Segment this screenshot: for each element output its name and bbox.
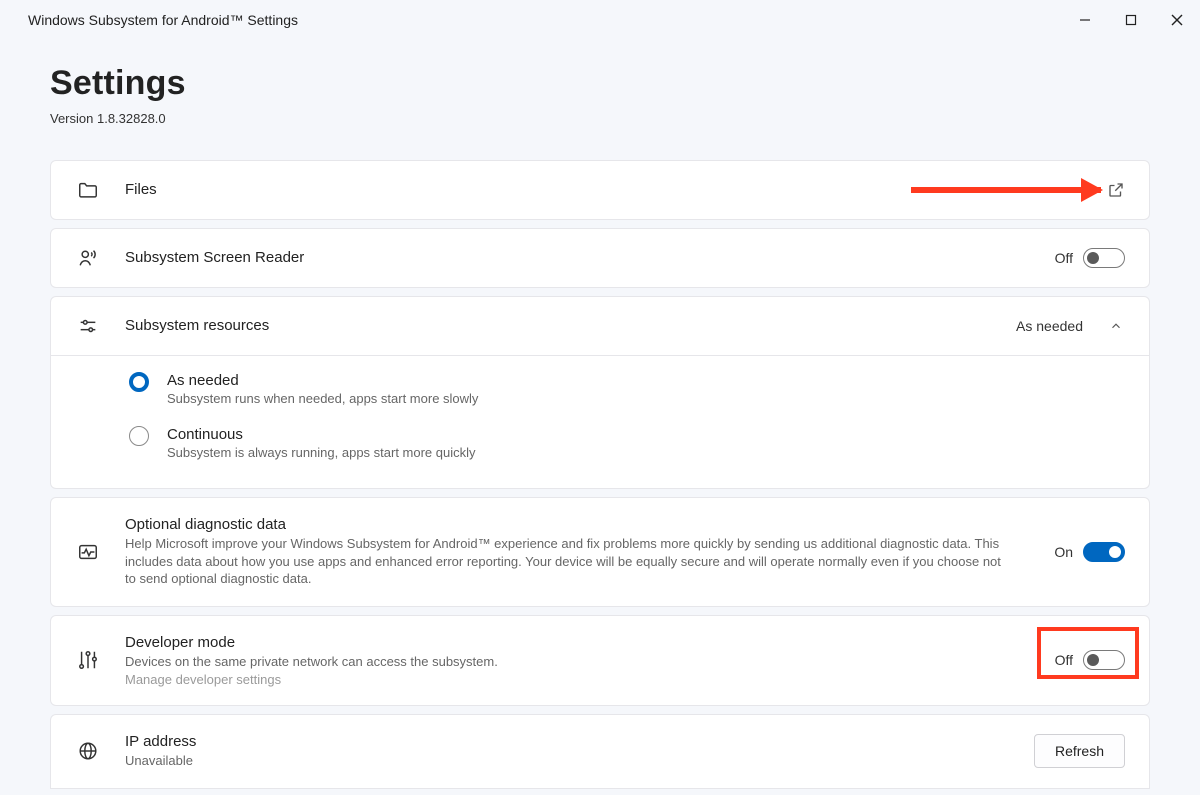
- ip-desc: Unavailable: [125, 752, 1012, 770]
- devmode-manage-link[interactable]: Manage developer settings: [125, 672, 1033, 687]
- screen-reader-row[interactable]: Subsystem Screen Reader Off: [50, 228, 1150, 288]
- files-row[interactable]: Files: [50, 160, 1150, 220]
- tools-icon: [73, 649, 103, 671]
- resources-option-as-needed[interactable]: As needed Subsystem runs when needed, ap…: [73, 362, 1125, 416]
- minimize-icon: [1079, 14, 1091, 26]
- annotation-arrow: [911, 187, 1101, 193]
- option-as-needed-desc: Subsystem runs when needed, apps start m…: [167, 391, 478, 406]
- open-external-icon[interactable]: [1107, 181, 1125, 199]
- window-controls: [1062, 0, 1200, 40]
- diagnostic-data-row[interactable]: Optional diagnostic data Help Microsoft …: [50, 497, 1150, 607]
- option-as-needed-title: As needed: [167, 372, 478, 389]
- resources-option-continuous[interactable]: Continuous Subsystem is always running, …: [73, 416, 1125, 470]
- radio-selected-icon: [129, 372, 149, 392]
- resources-row[interactable]: Subsystem resources As needed: [50, 296, 1150, 356]
- resources-options-panel: As needed Subsystem runs when needed, ap…: [50, 348, 1150, 489]
- version-text: Version 1.8.32828.0: [50, 111, 1150, 126]
- resources-summary: As needed: [1016, 318, 1083, 334]
- ip-title: IP address: [125, 733, 1012, 750]
- activity-icon: [73, 541, 103, 563]
- ip-address-row[interactable]: IP address Unavailable Refresh: [50, 714, 1150, 789]
- chevron-up-icon: [1107, 317, 1125, 335]
- developer-mode-row[interactable]: Developer mode Devices on the same priva…: [50, 615, 1150, 707]
- diagnostic-toggle[interactable]: [1083, 542, 1125, 562]
- maximize-button[interactable]: [1108, 0, 1154, 40]
- radio-unselected-icon: [129, 426, 149, 446]
- close-icon: [1171, 14, 1183, 26]
- diagnostic-state: On: [1054, 544, 1073, 560]
- devmode-state: Off: [1055, 652, 1073, 668]
- devmode-title: Developer mode: [125, 634, 1033, 651]
- option-continuous-desc: Subsystem is always running, apps start …: [167, 445, 476, 460]
- diagnostic-title: Optional diagnostic data: [125, 516, 1032, 533]
- screen-reader-icon: [73, 247, 103, 269]
- sliders-icon: [73, 315, 103, 337]
- folder-icon: [73, 179, 103, 201]
- maximize-icon: [1125, 14, 1137, 26]
- refresh-button[interactable]: Refresh: [1034, 734, 1125, 768]
- page-title: Settings: [50, 64, 1150, 103]
- page-header: Settings Version 1.8.32828.0: [0, 40, 1200, 144]
- devmode-desc: Devices on the same private network can …: [125, 653, 1033, 671]
- window-title: Windows Subsystem for Android™ Settings: [28, 12, 298, 28]
- title-bar: Windows Subsystem for Android™ Settings: [0, 0, 1200, 40]
- option-continuous-title: Continuous: [167, 426, 476, 443]
- minimize-button[interactable]: [1062, 0, 1108, 40]
- settings-list: Files Subsystem Screen Reader Off Subsys…: [0, 144, 1200, 789]
- screen-reader-label: Subsystem Screen Reader: [125, 249, 1033, 266]
- globe-icon: [73, 740, 103, 762]
- screen-reader-toggle[interactable]: [1083, 248, 1125, 268]
- devmode-toggle[interactable]: [1083, 650, 1125, 670]
- resources-label: Subsystem resources: [125, 317, 994, 334]
- diagnostic-desc: Help Microsoft improve your Windows Subs…: [125, 535, 1005, 588]
- screen-reader-state: Off: [1055, 250, 1073, 266]
- close-button[interactable]: [1154, 0, 1200, 40]
